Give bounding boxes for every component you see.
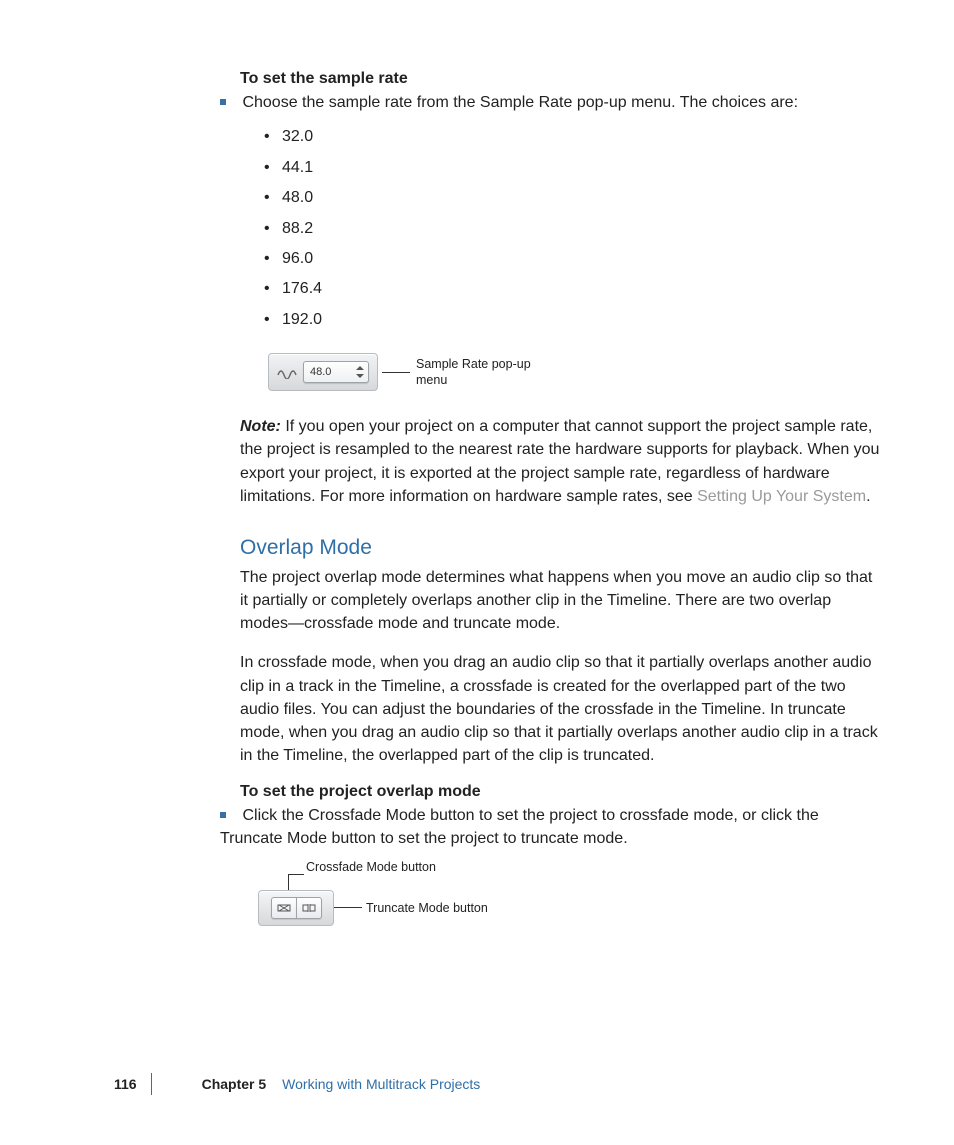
truncate-icon (302, 902, 316, 914)
popup-value: 48.0 (310, 366, 331, 378)
overlap-para1: The project overlap mode determines what… (240, 566, 880, 636)
heading-set-overlap-mode: To set the project overlap mode (240, 783, 880, 801)
sample-rate-list: 32.0 44.1 48.0 88.2 96.0 176.4 192.0 (264, 122, 880, 335)
primary-bullet: Click the Crossfade Mode button to set t… (220, 805, 880, 850)
toolbar-panel: 48.0 (268, 353, 378, 391)
list-item: 44.1 (264, 153, 880, 183)
square-bullet-icon (220, 99, 226, 105)
page-footer: 116 Chapter 5 Working with Multitrack Pr… (114, 1073, 480, 1095)
heading-overlap-mode: Overlap Mode (240, 536, 880, 560)
overlap-para2: In crossfade mode, when you drag an audi… (240, 651, 880, 767)
figure-sample-rate-popup: 48.0 Sample Rate pop-up menu (268, 353, 880, 391)
truncate-mode-button[interactable] (296, 897, 322, 919)
waveform-icon (277, 365, 297, 379)
list-item: 32.0 (264, 122, 880, 152)
note-label: Note: (240, 418, 281, 435)
callout-label: Sample Rate pop-up menu (416, 356, 546, 389)
toolbar-panel (258, 890, 334, 926)
square-bullet-icon (220, 812, 226, 818)
content-column: To set the sample rate Choose the sample… (240, 70, 880, 940)
heading-sample-rate: To set the sample rate (240, 70, 880, 88)
callout-leader-line (334, 907, 362, 908)
crossfade-icon (277, 902, 291, 914)
primary-bullet: Choose the sample rate from the Sample R… (220, 92, 880, 114)
list-item: 176.4 (264, 274, 880, 304)
link-setting-up-your-system[interactable]: Setting Up Your System (697, 488, 866, 505)
list-item: 88.2 (264, 214, 880, 244)
callout-crossfade-label: Crossfade Mode button (306, 860, 436, 874)
crossfade-mode-button[interactable] (271, 897, 296, 919)
note-end: . (866, 488, 870, 505)
list-item: 96.0 (264, 244, 880, 274)
sample-rate-popup[interactable]: 48.0 (303, 361, 369, 383)
figure-overlap-buttons: Crossfade Mode button Truncate Mode butt… (258, 860, 518, 940)
updown-arrows-icon (356, 366, 364, 378)
callout-leader-line (382, 372, 410, 373)
list-item: 192.0 (264, 305, 880, 335)
callout-truncate-label: Truncate Mode button (366, 901, 488, 915)
chapter-label: Chapter 5 (202, 1076, 267, 1092)
chapter-title: Working with Multitrack Projects (282, 1076, 480, 1092)
note-paragraph: Note: If you open your project on a comp… (240, 415, 880, 508)
bullet-intro-text: Choose the sample rate from the Sample R… (242, 94, 798, 111)
footer-divider (151, 1073, 152, 1095)
page: To set the sample rate Choose the sample… (0, 0, 954, 1145)
callout-leader-line (288, 874, 289, 890)
list-item: 48.0 (264, 183, 880, 213)
page-number: 116 (114, 1076, 137, 1092)
bullet-text: Click the Crossfade Mode button to set t… (220, 807, 819, 846)
